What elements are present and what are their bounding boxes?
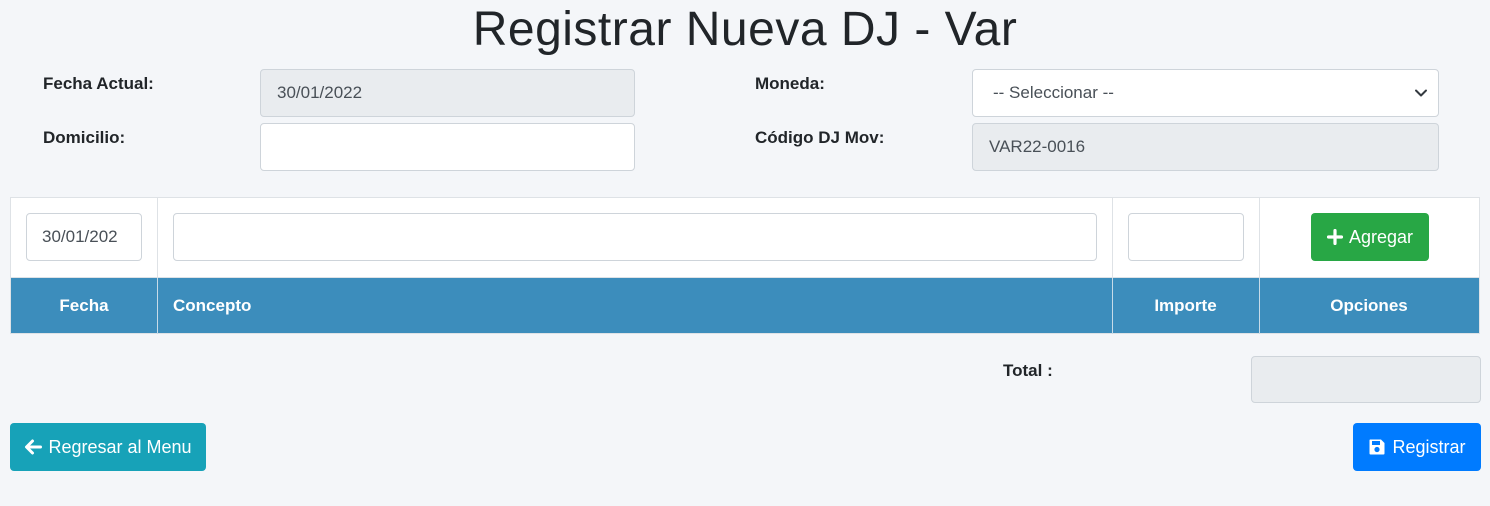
fecha-actual-label: Fecha Actual: <box>43 74 154 93</box>
chevron-down-icon <box>1415 89 1427 97</box>
entry-concepto-input[interactable] <box>173 213 1097 261</box>
items-table: 30/01/202 Agregar Fecha Concepto Importe… <box>10 197 1480 334</box>
column-header-concepto: Concepto <box>173 296 252 315</box>
codigo-dj-label: Código DJ Mov: <box>755 128 885 147</box>
column-header-fecha: Fecha <box>59 296 109 315</box>
total-label: Total : <box>1003 361 1053 380</box>
entry-importe-input[interactable] <box>1128 213 1244 261</box>
arrow-left-icon <box>25 439 43 455</box>
header-divider <box>157 278 158 334</box>
register-button-label: Registrar <box>1392 436 1466 457</box>
column-header-opciones: Opciones <box>1330 296 1408 315</box>
entry-fecha-input[interactable]: 30/01/202 <box>26 213 142 261</box>
column-header-importe: Importe <box>1154 296 1217 315</box>
moneda-selected-value: -- Seleccionar -- <box>993 83 1114 102</box>
page-title: Registrar Nueva DJ - Var <box>472 3 1018 56</box>
table-header: Fecha Concepto Importe Opciones <box>11 277 1479 334</box>
add-button-label: Agregar <box>1348 226 1414 247</box>
moneda-select[interactable]: -- Seleccionar -- <box>972 69 1439 117</box>
fecha-actual-field[interactable]: 30/01/2022 <box>260 69 635 117</box>
back-button-label: Regresar al Menu <box>48 436 192 457</box>
back-to-menu-button[interactable]: Regresar al Menu <box>10 423 206 471</box>
domicilio-input[interactable] <box>260 123 635 171</box>
add-button[interactable]: Agregar <box>1311 213 1429 261</box>
total-field[interactable] <box>1251 356 1481 403</box>
plus-icon <box>1326 229 1343 245</box>
register-button[interactable]: Registrar <box>1353 423 1481 471</box>
floppy-disk-icon <box>1369 439 1385 455</box>
domicilio-label: Domicilio: <box>43 128 126 147</box>
codigo-dj-field[interactable]: VAR22-0016 <box>972 123 1439 171</box>
moneda-label: Moneda: <box>755 74 825 93</box>
